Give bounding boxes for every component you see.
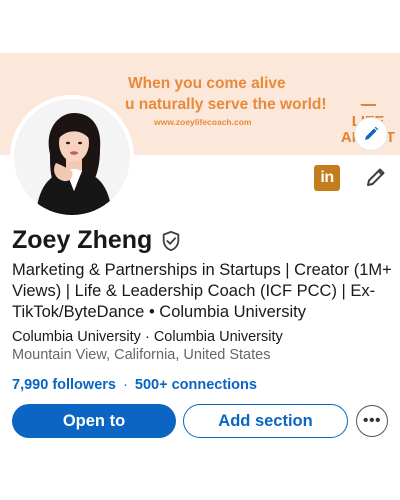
banner-url: www.zoeylifecoach.com <box>154 117 252 127</box>
banner-tagline-line2: u naturally serve the world! <box>125 96 327 113</box>
network-stats: 7,990 followers · 500+ connections <box>12 377 257 393</box>
avatar[interactable] <box>14 99 130 215</box>
logo-mark-icon <box>360 104 376 112</box>
edit-banner-button[interactable] <box>355 118 387 150</box>
ellipsis-icon: ••• <box>362 412 382 429</box>
name-row: Zoey Zheng <box>12 226 182 255</box>
pencil-icon <box>365 126 379 140</box>
profile-name: Zoey Zheng <box>12 226 153 254</box>
connections-link[interactable]: 500+ connections <box>135 377 257 393</box>
more-actions-button[interactable]: ••• <box>356 405 388 437</box>
profile-photo <box>14 99 130 215</box>
location-line: Mountain View, California, United States <box>12 347 271 363</box>
banner-tagline-line1: When you come alive <box>128 75 286 92</box>
profile-headline: Marketing & Partnerships in Startups | C… <box>12 261 392 321</box>
open-to-button[interactable]: Open to <box>12 404 176 438</box>
education-line[interactable]: Columbia University · Columbia Universit… <box>12 329 283 345</box>
followers-link[interactable]: 7,990 followers <box>12 377 116 393</box>
edit-profile-button[interactable] <box>364 165 388 189</box>
linkedin-icon[interactable]: in <box>314 165 340 191</box>
stats-separator: · <box>123 377 128 393</box>
shield-check-icon[interactable] <box>160 230 182 252</box>
pencil-icon <box>367 168 385 186</box>
add-section-button[interactable]: Add section <box>183 404 348 438</box>
top-strip <box>0 0 400 53</box>
